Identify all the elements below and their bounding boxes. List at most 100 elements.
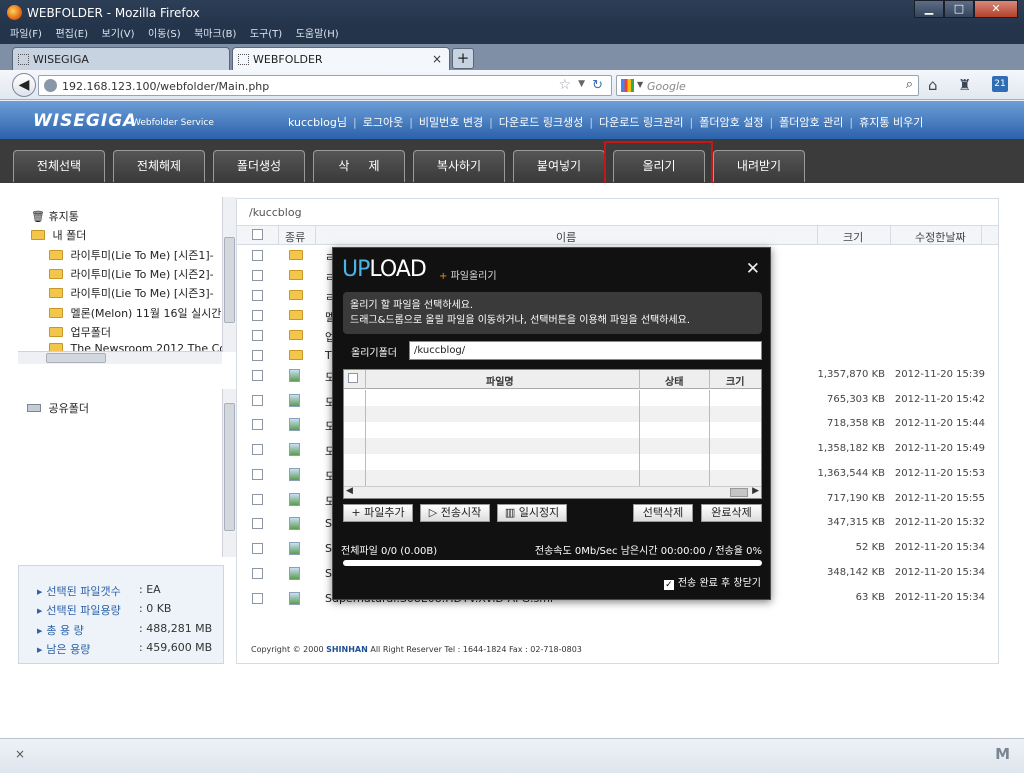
- menu-file[interactable]: 파일(F): [10, 26, 42, 44]
- share-vertical-scrollbar[interactable]: [222, 389, 236, 557]
- menu-bookmarks[interactable]: 북마크(B): [194, 26, 236, 44]
- column-date[interactable]: 수정한날짜: [915, 229, 966, 245]
- create-folder-button[interactable]: 폴더생성: [213, 150, 305, 182]
- row-checkbox[interactable]: [252, 518, 263, 529]
- start-transfer-button[interactable]: ▷ 전송시작: [420, 504, 490, 522]
- menu-view[interactable]: 보기(V): [102, 26, 135, 44]
- user-name-link[interactable]: kuccblog님: [288, 114, 347, 130]
- file-name[interactable]: S: [325, 567, 332, 580]
- close-addon-bar-icon[interactable]: ×: [15, 747, 25, 761]
- row-checkbox[interactable]: [252, 250, 263, 261]
- scroll-thumb[interactable]: [46, 353, 106, 363]
- url-bar[interactable]: 192.168.123.100/webfolder/Main.php ☆ ▼ ↻: [38, 75, 612, 96]
- scroll-left-icon[interactable]: ◀: [346, 486, 353, 496]
- close-after-checkbox[interactable]: ✓: [663, 580, 674, 590]
- upload-horizontal-scrollbar[interactable]: ◀ ▶: [344, 486, 761, 498]
- row-checkbox[interactable]: [252, 444, 263, 455]
- new-tab-button[interactable]: +: [452, 48, 474, 69]
- copy-button[interactable]: 복사하기: [413, 150, 505, 182]
- scroll-thumb[interactable]: [224, 237, 235, 323]
- upload-empty-row: [344, 470, 761, 486]
- home-icon[interactable]: ⌂: [928, 76, 938, 94]
- row-checkbox[interactable]: [252, 270, 263, 281]
- tree-item[interactable]: 라이투미(Lie To Me) [시즌1]-: [49, 247, 214, 263]
- select-all-checkbox[interactable]: [252, 229, 263, 240]
- drive-icon: [27, 404, 41, 412]
- delete-selected-button[interactable]: 선택삭제: [633, 504, 693, 522]
- delete-button[interactable]: 삭 제: [313, 150, 405, 182]
- reload-icon[interactable]: ↻: [592, 78, 603, 93]
- row-checkbox[interactable]: [252, 395, 263, 406]
- back-button[interactable]: ◀: [12, 73, 36, 97]
- row-checkbox[interactable]: [252, 310, 263, 321]
- tab-wisegiga[interactable]: WISEGIGA: [12, 47, 230, 70]
- file-name[interactable]: T: [325, 349, 332, 362]
- download-button[interactable]: 내려받기: [713, 150, 805, 182]
- android-icon[interactable]: ♜: [958, 76, 971, 94]
- deselect-all-button[interactable]: 전체해제: [113, 150, 205, 182]
- close-window-button[interactable]: ✕: [974, 0, 1018, 18]
- row-checkbox[interactable]: [252, 330, 263, 341]
- file-name[interactable]: S: [325, 517, 332, 530]
- tree-item[interactable]: 라이투미(Lie To Me) [시즌3]-: [49, 285, 214, 301]
- row-checkbox[interactable]: [252, 370, 263, 381]
- url-dropdown-icon[interactable]: ▼: [578, 79, 585, 89]
- row-checkbox[interactable]: [252, 568, 263, 579]
- mail-icon[interactable]: M: [995, 745, 1010, 763]
- upload-folder-field[interactable]: /kuccblog/: [409, 341, 762, 360]
- search-icon[interactable]: ⌕: [906, 77, 913, 92]
- maximize-button[interactable]: □: [944, 0, 974, 18]
- row-checkbox[interactable]: [252, 290, 263, 301]
- tree-item-my-folder[interactable]: 내 폴더: [31, 227, 86, 243]
- close-after-transfer-option[interactable]: ✓ 전송 완료 후 창닫기: [663, 574, 761, 590]
- tree-item-trash[interactable]: 🗑 휴지통: [31, 208, 79, 224]
- upload-close-icon[interactable]: ✕: [746, 259, 760, 279]
- tab-webfolder[interactable]: WEBFOLDER ×: [232, 47, 450, 70]
- column-type[interactable]: 종류: [285, 229, 305, 245]
- manage-download-link[interactable]: 다운로드 링크관리: [599, 114, 683, 130]
- tree-item[interactable]: 멜론(Melon) 11월 16일 실시간: [49, 305, 221, 321]
- row-checkbox[interactable]: [252, 593, 263, 604]
- file-name[interactable]: S: [325, 542, 332, 555]
- menu-history[interactable]: 이동(S): [148, 26, 181, 44]
- folder-password-setting-link[interactable]: 폴더암호 설정: [699, 114, 763, 130]
- row-checkbox[interactable]: [252, 350, 263, 361]
- pause-button[interactable]: ▥ 일시정지: [497, 504, 567, 522]
- empty-trash-link[interactable]: 휴지통 비우기: [859, 114, 923, 130]
- row-checkbox[interactable]: [252, 494, 263, 505]
- column-name[interactable]: 이름: [556, 229, 576, 245]
- tree-vertical-scrollbar[interactable]: [222, 197, 236, 352]
- folder-password-manage-link[interactable]: 폴더암호 관리: [779, 114, 843, 130]
- minimize-button[interactable]: ▁: [914, 0, 944, 18]
- upload-select-all-checkbox[interactable]: [348, 373, 358, 383]
- change-password-link[interactable]: 비밀번호 변경: [419, 114, 483, 130]
- tab-close-icon[interactable]: ×: [432, 52, 442, 66]
- paste-button[interactable]: 붙여넣기: [513, 150, 605, 182]
- row-checkbox[interactable]: [252, 469, 263, 480]
- tree-item-shared-folder[interactable]: 공유폴더: [27, 400, 89, 416]
- row-checkbox[interactable]: [252, 543, 263, 554]
- row-checkbox[interactable]: [252, 419, 263, 430]
- tab-label: WISEGIGA: [33, 53, 89, 66]
- select-all-button[interactable]: 전체선택: [13, 150, 105, 182]
- column-size[interactable]: 크기: [843, 229, 863, 245]
- menu-help[interactable]: 도움말(H): [296, 26, 339, 44]
- menu-edit[interactable]: 편집(E): [55, 26, 88, 44]
- upload-column-size: 크기: [726, 377, 745, 388]
- create-download-link[interactable]: 다운로드 링크생성: [499, 114, 583, 130]
- scroll-thumb[interactable]: [730, 488, 748, 497]
- add-file-button[interactable]: + 파일추가: [343, 504, 413, 522]
- search-bar[interactable]: ▼ Google ⌕: [616, 75, 919, 96]
- menu-tools[interactable]: 도구(T): [250, 26, 282, 44]
- tree-item[interactable]: 라이투미(Lie To Me) [시즌2]-: [49, 266, 214, 282]
- scroll-thumb[interactable]: [224, 403, 235, 531]
- tree-horizontal-scrollbar[interactable]: [18, 351, 222, 364]
- scroll-right-icon[interactable]: ▶: [752, 486, 759, 496]
- tree-item[interactable]: The Newsroom 2012 The Con: [49, 342, 222, 351]
- upload-total-files: 전체파일 0/0 (0.00B): [341, 546, 438, 557]
- delete-completed-button[interactable]: 완료삭제: [701, 504, 762, 522]
- logout-link[interactable]: 로그아웃: [363, 114, 403, 130]
- search-engine-dropdown-icon[interactable]: ▼: [637, 80, 643, 89]
- calendar-icon[interactable]: 21: [992, 76, 1008, 92]
- bookmark-star-icon[interactable]: ☆: [558, 77, 571, 93]
